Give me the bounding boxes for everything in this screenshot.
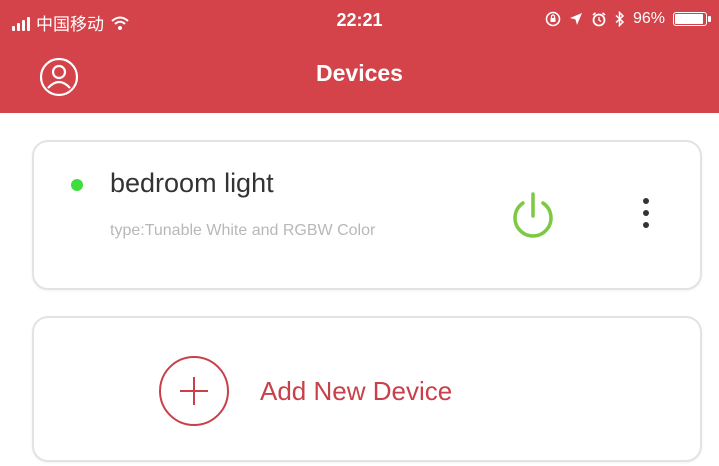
page-title: Devices	[316, 60, 403, 86]
nav-bar: Devices	[0, 42, 719, 112]
device-card[interactable]: bedroom light type:Tunable White and RGB…	[32, 140, 702, 290]
battery-level	[675, 14, 703, 24]
app-header: 中国移动 22:21 96% Devices	[0, 0, 719, 113]
power-button[interactable]	[508, 189, 558, 243]
power-icon	[513, 192, 553, 238]
more-vertical-icon[interactable]	[634, 198, 658, 238]
battery-icon	[673, 12, 711, 26]
status-bar-right: 96%	[545, 10, 711, 28]
add-device-button[interactable]: Add New Device	[32, 316, 702, 462]
status-bar: 中国移动 22:21 96%	[0, 0, 719, 42]
device-type: type:Tunable White and RGBW Color	[110, 222, 376, 239]
online-status-dot	[71, 179, 83, 191]
plus-circle-icon	[159, 356, 229, 426]
device-name: bedroom light	[110, 168, 274, 198]
add-device-label: Add New Device	[260, 376, 453, 406]
battery-percent: 96%	[632, 10, 665, 27]
bluetooth-icon	[615, 11, 625, 27]
location-icon	[569, 13, 582, 25]
screen-lock-icon	[545, 11, 561, 27]
alarm-icon	[592, 12, 606, 27]
